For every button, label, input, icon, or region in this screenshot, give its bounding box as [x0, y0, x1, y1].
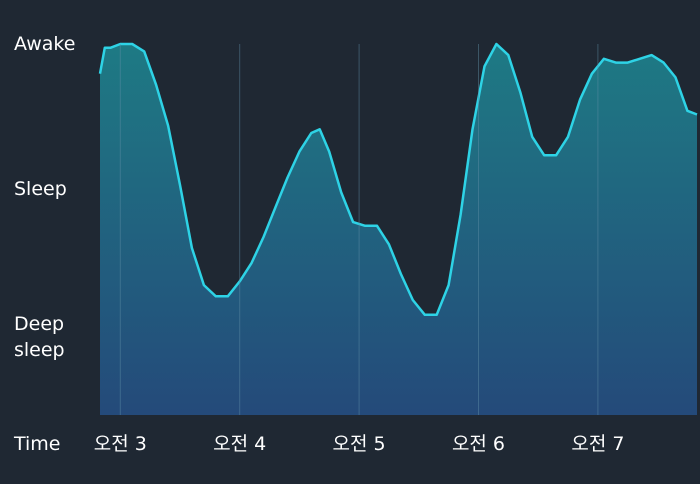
- y-tick-label-line: Awake: [14, 33, 76, 55]
- y-tick-label-2: Sleep: [14, 176, 67, 202]
- y-tick-label-1: Awake: [14, 31, 75, 57]
- y-tick-label-3: Deep sleep: [14, 311, 65, 363]
- x-tick-label-4: 오전 6: [451, 433, 506, 455]
- sleep-chart-screen: Awake Sleep Deep sleep 오전 3 오전 4 오전 5 오전 6 오전 7…: [0, 0, 700, 484]
- x-tick-label-1: 오전 3: [93, 433, 147, 455]
- y-tick-label-line: Sleep: [14, 177, 67, 200]
- y-tick-label-line: Deep: [14, 313, 65, 336]
- x-axis-label: Time: [14, 433, 61, 455]
- x-tick-label-3: 오전 5: [332, 433, 386, 455]
- x-tick-label-2: 오전 4: [213, 433, 267, 455]
- x-tick-label-5: 오전 7: [571, 433, 625, 455]
- y-tick-label-line: sleep: [14, 339, 65, 362]
- sleep-chart: [98, 42, 698, 415]
